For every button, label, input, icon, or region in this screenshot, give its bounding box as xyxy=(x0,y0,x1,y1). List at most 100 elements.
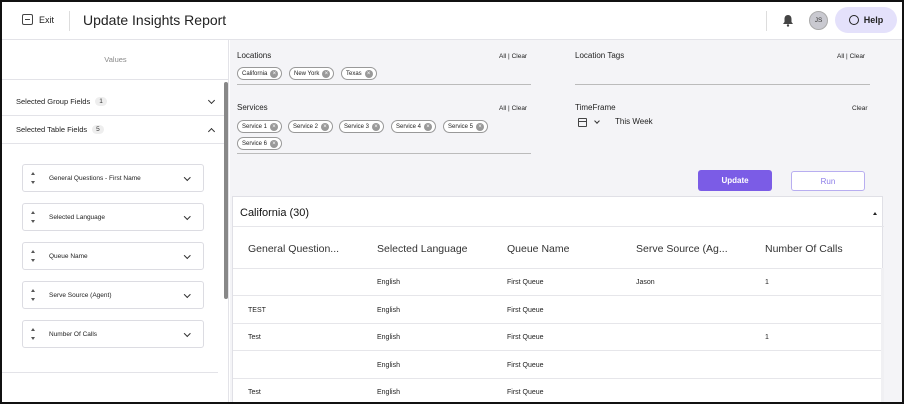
bell-icon[interactable] xyxy=(782,14,794,27)
service-chip[interactable]: Service 6 × xyxy=(237,137,283,150)
service-chip[interactable]: Service 3 × xyxy=(339,120,385,133)
reorder-arrows-icon[interactable] xyxy=(27,211,39,223)
remove-icon[interactable]: × xyxy=(476,122,485,131)
section-label: Selected Table Fields xyxy=(16,125,88,134)
location-chip[interactable]: Texas × xyxy=(341,67,377,80)
remove-icon[interactable]: × xyxy=(364,69,373,78)
selected-table-fields-toggle[interactable]: Selected Table Fields 5 xyxy=(2,116,224,144)
avatar[interactable]: JS xyxy=(809,11,828,30)
location-tags-all-clear: All | Clear xyxy=(837,53,865,60)
column-header[interactable]: Number Of Calls xyxy=(765,243,843,255)
table-cell: Test xyxy=(248,389,261,396)
update-button[interactable]: Update xyxy=(698,170,772,191)
chevron-down-icon[interactable] xyxy=(183,330,190,337)
exit-button[interactable]: Exit xyxy=(22,14,54,25)
count-badge: 5 xyxy=(92,125,104,134)
locations-all-clear: All | Clear xyxy=(499,53,527,60)
chip-label: Texas xyxy=(346,70,362,77)
page-title: Update Insights Report xyxy=(83,12,227,28)
separator: | xyxy=(846,53,848,60)
row-divider xyxy=(233,378,881,379)
service-chip[interactable]: Service 4 × xyxy=(391,120,437,133)
column-header[interactable]: General Question... xyxy=(248,243,339,255)
timeframe-clear-link[interactable]: Clear xyxy=(852,105,868,112)
service-chip[interactable]: Service 1 × xyxy=(237,120,283,133)
table-cell: English xyxy=(377,362,400,369)
header-divider xyxy=(69,11,70,31)
chip-label: Service 5 xyxy=(448,123,474,130)
separator: | xyxy=(508,53,510,60)
chip-label: Service 2 xyxy=(293,123,319,130)
remove-icon[interactable]: × xyxy=(322,69,331,78)
chevron-down-icon[interactable] xyxy=(183,174,190,181)
location-chip[interactable]: New York × xyxy=(289,67,335,80)
table-cell: 1 xyxy=(765,334,769,341)
exit-icon xyxy=(22,14,33,25)
field-label: Number Of Calls xyxy=(49,330,98,338)
locations-clear-link[interactable]: Clear xyxy=(512,53,528,60)
timeframe-label: TimeFrame xyxy=(575,103,616,112)
selected-group-fields-toggle[interactable]: Selected Group Fields 1 xyxy=(2,88,224,116)
chevron-down-icon[interactable] xyxy=(183,213,190,220)
remove-icon[interactable]: × xyxy=(270,69,279,78)
remove-icon[interactable]: × xyxy=(270,139,279,148)
reorder-arrows-icon[interactable] xyxy=(27,250,39,262)
table-scrollbar[interactable] xyxy=(881,268,884,402)
remove-icon[interactable]: × xyxy=(372,122,381,131)
sidebar-scrollbar[interactable] xyxy=(224,82,228,299)
chip-label: Service 3 xyxy=(344,123,370,130)
column-header[interactable]: Serve Source (Ag... xyxy=(636,243,728,255)
collapse-caret-icon[interactable] xyxy=(873,212,877,215)
services-clear-link[interactable]: Clear xyxy=(512,105,528,112)
table-cell: First Queue xyxy=(507,279,544,286)
group-title: California (30) xyxy=(240,207,310,219)
table-cell: First Queue xyxy=(507,307,544,314)
chevron-up-icon xyxy=(207,127,216,136)
exit-label: Exit xyxy=(39,14,55,25)
column-header[interactable]: Selected Language xyxy=(377,243,468,255)
reorder-arrows-icon[interactable] xyxy=(27,289,39,301)
service-chip[interactable]: Service 2 × xyxy=(288,120,334,133)
timeframe-value[interactable]: This Week xyxy=(615,117,653,126)
table-cell: English xyxy=(377,389,400,396)
service-chip[interactable]: Service 5 × xyxy=(443,120,489,133)
locations-all-link[interactable]: All xyxy=(499,53,506,60)
row-divider xyxy=(233,323,881,324)
location-tags-input[interactable] xyxy=(575,84,870,85)
chat-bubble-icon xyxy=(848,15,859,25)
location-tags-label: Location Tags xyxy=(575,51,625,60)
table-field-item[interactable]: Number Of Calls xyxy=(22,320,204,348)
chip-label: Service 6 xyxy=(242,140,268,147)
row-divider xyxy=(233,295,881,296)
field-label: Selected Language xyxy=(49,213,106,221)
header-divider xyxy=(766,11,767,31)
table-field-item[interactable]: Selected Language xyxy=(22,203,204,231)
chevron-down-icon[interactable] xyxy=(183,252,190,259)
table-cell: 1 xyxy=(765,279,769,286)
values-header: Values xyxy=(2,40,229,80)
field-label: General Questions - First Name xyxy=(49,174,141,182)
help-button[interactable]: Help xyxy=(835,7,897,33)
chevron-down-icon[interactable] xyxy=(594,118,600,124)
field-label: Serve Source (Agent) xyxy=(49,291,112,299)
location-tags-all-link[interactable]: All xyxy=(837,53,844,60)
run-button[interactable]: Run xyxy=(791,171,865,191)
chip-label: Service 1 xyxy=(242,123,268,130)
table-field-item[interactable]: Queue Name xyxy=(22,242,204,270)
table-field-item[interactable]: Serve Source (Agent) xyxy=(22,281,204,309)
column-header[interactable]: Queue Name xyxy=(507,243,569,255)
services-all-link[interactable]: All xyxy=(499,105,506,112)
calendar-icon[interactable] xyxy=(578,118,587,127)
remove-icon[interactable]: × xyxy=(424,122,433,131)
chevron-down-icon[interactable] xyxy=(183,291,190,298)
remove-icon[interactable]: × xyxy=(321,122,330,131)
reorder-arrows-icon[interactable] xyxy=(27,328,39,340)
separator: | xyxy=(508,105,510,112)
location-tags-clear-link[interactable]: Clear xyxy=(850,53,866,60)
table-field-item[interactable]: General Questions - First Name xyxy=(22,164,204,192)
remove-icon[interactable]: × xyxy=(270,122,279,131)
section-label: Selected Group Fields xyxy=(16,97,91,106)
chip-label: California xyxy=(242,70,268,77)
location-chip[interactable]: California × xyxy=(237,67,283,80)
reorder-arrows-icon[interactable] xyxy=(27,172,39,184)
